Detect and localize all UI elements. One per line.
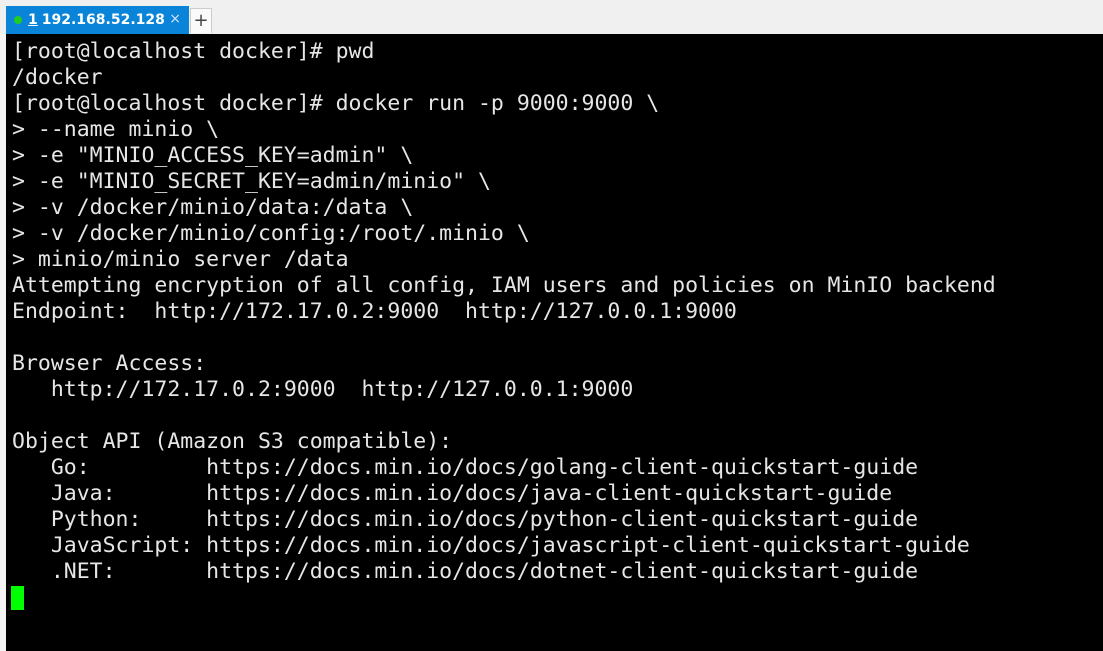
terminal-cursor xyxy=(11,586,24,610)
session-tab[interactable]: 1 192.168.52.128 × xyxy=(6,6,189,34)
terminal-line: [root@localhost docker]# docker run -p 9… xyxy=(12,91,660,116)
terminal-line: > minio/minio server /data xyxy=(12,247,349,272)
terminal-line: Go: https://docs.min.io/docs/golang-clie… xyxy=(12,455,919,480)
terminal-line: http://172.17.0.2:9000 http://127.0.0.1:… xyxy=(12,377,634,402)
terminal-line: [root@localhost docker]# pwd xyxy=(12,39,375,64)
terminal-line: JavaScript: https://docs.min.io/docs/jav… xyxy=(12,533,970,558)
tab-title: 192.168.52.128 xyxy=(41,12,165,28)
terminal-line: Endpoint: http://172.17.0.2:9000 http://… xyxy=(12,299,737,324)
terminal-line: Attempting encryption of all config, IAM… xyxy=(12,273,996,298)
close-tab-icon[interactable]: × xyxy=(169,11,181,27)
new-tab-button[interactable]: + xyxy=(190,8,212,33)
terminal-line: Browser Access: xyxy=(12,351,207,376)
terminal-line: Java: https://docs.min.io/docs/java-clie… xyxy=(12,481,893,506)
terminal-line: > -e "MINIO_ACCESS_KEY=admin" \ xyxy=(12,143,414,168)
terminal-line: > -v /docker/minio/config:/root/.minio \ xyxy=(12,221,530,246)
tab-number: 1 xyxy=(28,12,38,28)
terminal-line: Object API (Amazon S3 compatible): xyxy=(12,429,453,454)
terminal-line: Python: https://docs.min.io/docs/python-… xyxy=(12,507,919,532)
terminal-line: > --name minio \ xyxy=(12,117,220,142)
terminal-line: > -e "MINIO_SECRET_KEY=admin/minio" \ xyxy=(12,169,491,194)
terminal-line: .NET: https://docs.min.io/docs/dotnet-cl… xyxy=(12,559,919,584)
terminal-line: /docker xyxy=(12,65,103,90)
terminal-output: [root@localhost docker]# pwd/docker [root… xyxy=(12,39,996,585)
terminal[interactable]: [root@localhost docker]# pwd/docker [root… xyxy=(6,34,1103,651)
connected-status-icon xyxy=(14,16,22,24)
terminal-line: > -v /docker/minio/data:/data \ xyxy=(12,195,414,220)
